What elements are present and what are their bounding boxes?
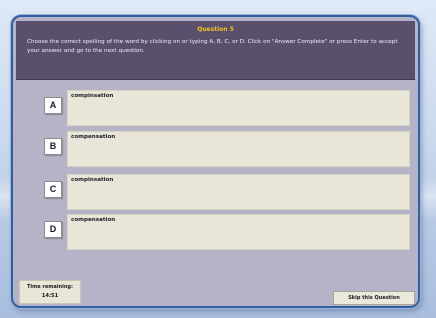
option-c-answer-box[interactable]: compinsation <box>67 174 410 210</box>
option-d-text: compensation <box>71 217 116 223</box>
option-a-answer-box[interactable]: compinsation <box>67 90 410 126</box>
option-d[interactable]: D compensation <box>42 214 410 250</box>
option-c-letter-button[interactable]: C <box>44 181 62 198</box>
quiz-window: Question 5 Choose the correct spelling o… <box>11 15 420 308</box>
option-a-letter-button[interactable]: A <box>44 97 62 114</box>
option-b-text: compensation <box>71 134 116 140</box>
option-a[interactable]: A compinsation <box>42 90 410 126</box>
page-background: { "question": { "title": "Question 5", "… <box>0 0 436 318</box>
option-d-answer-box[interactable]: compensation <box>67 214 410 250</box>
skip-question-button[interactable]: Skip this Question <box>333 291 415 305</box>
time-remaining-value: 14:51 <box>41 293 59 299</box>
question-title: Question 5 <box>197 26 234 33</box>
instructions-text: Choose the correct spelling of the word … <box>27 39 398 54</box>
option-d-letter-button[interactable]: D <box>44 221 62 238</box>
option-c[interactable]: C compinsation <box>42 174 410 210</box>
time-remaining-label: Time remaining: <box>26 284 74 290</box>
option-b[interactable]: B compensation <box>42 131 410 167</box>
instruction-panel: Question 5 Choose the correct spelling o… <box>16 21 415 80</box>
option-b-answer-box[interactable]: compensation <box>67 131 410 167</box>
option-b-letter-button[interactable]: B <box>44 138 62 155</box>
option-c-text: compinsation <box>71 177 114 183</box>
option-a-text: compinsation <box>71 93 114 99</box>
time-remaining-box: Time remaining: 14:51 <box>19 280 81 304</box>
